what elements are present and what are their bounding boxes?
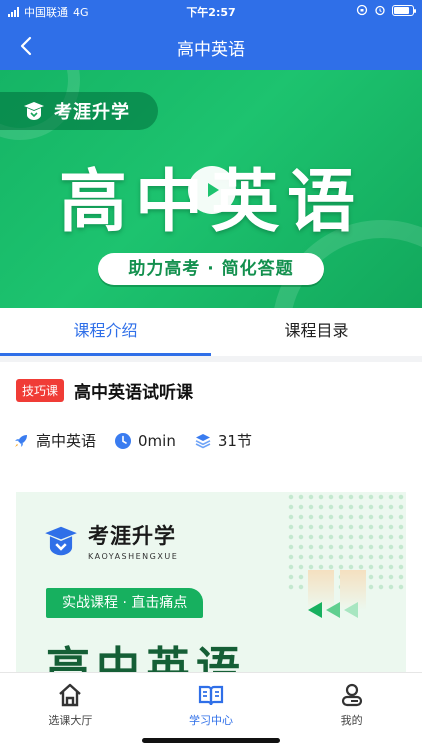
course-header: 技巧课 高中英语试听课 xyxy=(16,378,193,403)
brand-logo-icon xyxy=(24,102,44,120)
poster-arrows xyxy=(308,602,358,618)
nav-bar: 高中英语 xyxy=(0,22,422,70)
meta-subject-text: 高中英语 xyxy=(36,432,97,450)
battery-icon xyxy=(392,4,416,16)
brand-logo-icon xyxy=(45,526,77,555)
rocket-icon xyxy=(15,434,27,447)
home-indicator xyxy=(142,738,280,743)
banner-slogan: 助力高考 · 简化答题 xyxy=(98,253,324,285)
course-banner: 考涯升学 高中英语 助力高考 · 简化答题 xyxy=(0,70,422,308)
user-icon xyxy=(341,683,362,707)
orientation-lock-icon xyxy=(356,4,368,16)
tab-course-catalog[interactable]: 课程目录 xyxy=(211,308,422,356)
meta-lessons-text: 31节 xyxy=(217,432,252,450)
brand-badge: 考涯升学 xyxy=(0,92,158,130)
triangle-icon xyxy=(344,602,358,618)
course-title: 高中英语试听课 xyxy=(74,383,194,403)
home-icon xyxy=(59,683,82,707)
page-title: 高中英语 xyxy=(177,40,245,60)
alarm-icon xyxy=(375,5,385,16)
tab-course-intro[interactable]: 课程介绍 xyxy=(0,308,211,356)
tabbar-course-hall[interactable]: 选课大厅 xyxy=(0,673,141,750)
meta-subject: 高中英语 xyxy=(12,430,96,451)
poster-slogan: 实战课程 · 直击痛点 xyxy=(46,588,204,618)
tabbar-label: 选课大厅 xyxy=(48,714,93,727)
poster-brand-text: 考涯升学 KAOYASHENGXUE xyxy=(88,520,178,561)
status-right xyxy=(356,4,416,16)
triangle-icon xyxy=(308,602,322,618)
course-meta: 高中英语 0min 31节 xyxy=(12,430,270,451)
meta-duration-text: 0min xyxy=(138,431,176,450)
poster-brand: 考涯升学 KAOYASHENGXUE xyxy=(42,520,178,561)
tabbar-label: 我的 xyxy=(340,714,363,727)
course-poster: 考涯升学 KAOYASHENGXUE 实战课程 · 直击痛点 高中英语 xyxy=(16,492,406,682)
meta-lessons: 31节 xyxy=(194,430,252,451)
book-icon xyxy=(198,685,224,706)
section-divider xyxy=(0,356,422,362)
play-button[interactable] xyxy=(188,166,236,214)
course-tag: 技巧课 xyxy=(16,379,65,402)
tabbar-label: 学习中心 xyxy=(189,714,233,727)
poster-brand-name: 考涯升学 xyxy=(88,524,176,548)
course-tabs: 课程介绍 课程目录 xyxy=(0,308,422,356)
meta-duration: 0min xyxy=(114,432,176,450)
layers-icon xyxy=(195,433,211,448)
tabbar-mine[interactable]: 我的 xyxy=(281,673,422,750)
status-bar: 中国联通 4G 下午2:57 xyxy=(0,0,422,22)
triangle-icon xyxy=(326,602,340,618)
brand-name: 考涯升学 xyxy=(54,102,130,123)
poster-brand-sub: KAOYASHENGXUE xyxy=(88,552,179,561)
play-icon xyxy=(208,183,219,197)
clock-icon xyxy=(115,432,132,449)
